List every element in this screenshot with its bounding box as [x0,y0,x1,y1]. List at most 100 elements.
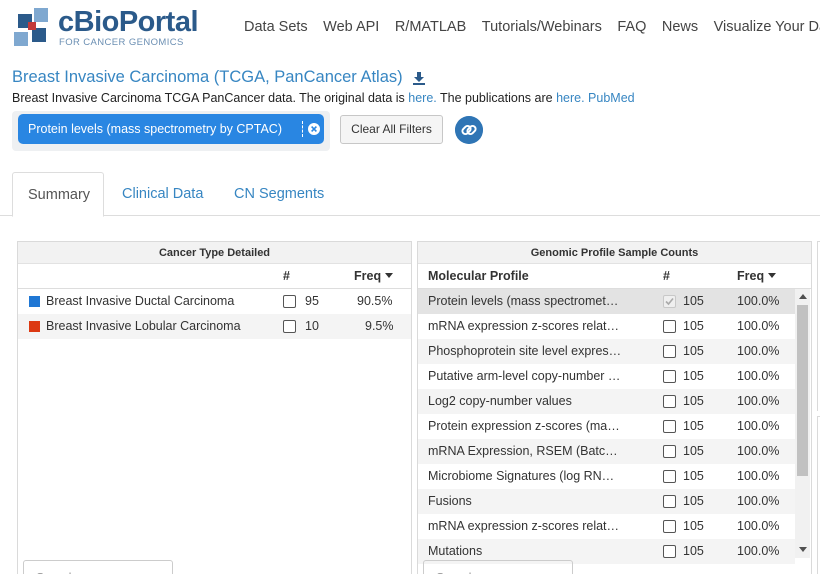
brand-name: cBioPortal [58,6,199,38]
profile-label: mRNA Expression, RSEM (Batc… [428,444,618,458]
filter-pill-label: Protein levels (mass spectrometry by CPT… [28,122,282,136]
profile-label: mRNA expression z-scores relat… [428,319,620,333]
table-row[interactable]: mRNA expression z-scores relat… 105 100.… [418,314,795,339]
nav-r-matlab[interactable]: R/MATLAB [395,19,466,35]
genomic-profile-panel: Genomic Profile Sample Counts Molecular … [417,241,812,574]
freq-header-label: Freq [737,269,765,283]
row-count: 105 [683,394,704,408]
row-freq: 100.0% [737,544,780,558]
count-column-header[interactable]: # [283,269,290,283]
row-checkbox[interactable] [663,295,676,308]
original-data-link[interactable]: here. [408,91,437,105]
study-title[interactable]: Breast Invasive Carcinoma (TCGA, PanCanc… [12,68,403,87]
table-row[interactable]: Putative arm-level copy-number … 105 100… [418,364,795,389]
cancer-type-label: Breast Invasive Ductal Carcinoma [46,294,235,308]
color-swatch [29,296,40,307]
tab-summary[interactable]: Summary [12,172,104,217]
brand-tagline: FOR CANCER GENOMICS [59,37,184,48]
tab-cn-segments[interactable]: CN Segments [234,172,324,216]
table-row[interactable]: Fusions 105 100.0% [418,489,795,514]
scroll-down-icon[interactable] [799,547,807,552]
freq-column-header[interactable]: Freq [737,269,777,283]
profile-label: Phosphoprotein site level expres… [428,344,622,358]
study-description: Breast Invasive Carcinoma TCGA PanCancer… [12,91,635,105]
row-count: 105 [683,419,704,433]
sort-desc-icon [768,273,777,278]
row-checkbox[interactable] [663,470,676,483]
row-checkbox[interactable] [663,445,676,458]
cancer-type-panel: Cancer Type Detailed # Freq Breast Invas… [17,241,412,574]
nav-data-sets[interactable]: Data Sets [244,19,308,35]
row-count: 105 [683,494,704,508]
publications-link[interactable]: here. [556,91,585,105]
scroll-up-icon[interactable] [799,294,807,299]
profile-column-header[interactable]: Molecular Profile [428,269,529,283]
nav-visualize-your-data[interactable]: Visualize Your Data [714,19,820,35]
row-checkbox[interactable] [663,370,676,383]
scrollbar-thumb[interactable] [797,305,808,476]
count-column-header[interactable]: # [663,269,670,283]
pubmed-link[interactable]: PubMed [588,91,635,105]
active-filters-bar: Protein levels (mass spectrometry by CPT… [12,111,330,151]
cancer-type-label: Breast Invasive Lobular Carcinoma [46,319,241,333]
freq-header-label: Freq [354,269,382,283]
row-count: 105 [683,469,704,483]
row-checkbox[interactable] [283,320,296,333]
row-freq: 100.0% [737,394,780,408]
row-count: 105 [683,319,704,333]
color-swatch [29,321,40,332]
cbioportal-logo[interactable]: cBioPortal FOR CANCER GENOMICS [12,6,202,51]
nav-web-api[interactable]: Web API [323,19,379,35]
tab-clinical-data[interactable]: Clinical Data [122,172,203,216]
freq-column-header[interactable]: Freq [354,269,394,283]
row-freq: 100.0% [737,369,780,383]
main-nav: Data Sets Web API R/MATLAB Tutorials/Web… [244,19,820,35]
row-checkbox[interactable] [663,395,676,408]
nav-tutorials[interactable]: Tutorials/Webinars [482,19,602,35]
table-row[interactable]: Protein expression z-scores (ma… 105 100… [418,414,795,439]
profile-label: Protein expression z-scores (ma… [428,419,620,433]
row-checkbox[interactable] [663,495,676,508]
profile-label: Microbiome Signatures (log RN… [428,469,615,483]
table-header: Molecular Profile # Freq [418,264,811,289]
row-checkbox[interactable] [663,345,676,358]
table-row[interactable]: Phosphoprotein site level expres… 105 10… [418,339,795,364]
logo-mark-icon [14,8,48,46]
row-checkbox[interactable] [663,545,676,558]
row-checkbox[interactable] [283,295,296,308]
row-freq: 100.0% [737,469,780,483]
link-icon[interactable] [455,116,483,144]
clear-all-filters-button[interactable]: Clear All Filters [340,115,443,144]
vertical-scrollbar[interactable] [795,289,810,558]
profile-label: Protein levels (mass spectromet… [428,294,619,308]
study-description-text: Breast Invasive Carcinoma TCGA PanCancer… [12,91,409,105]
search-input[interactable]: Search... [23,560,173,574]
table-row[interactable]: Protein levels (mass spectromet… 105 100… [418,289,795,314]
table-row[interactable]: Breast Invasive Lobular Carcinoma 10 9.5… [18,314,411,339]
row-freq: 90.5% [357,294,393,308]
table-row[interactable]: Breast Invasive Ductal Carcinoma 95 90.5… [18,289,411,314]
row-freq: 100.0% [737,419,780,433]
row-count: 105 [683,519,704,533]
table-row[interactable]: mRNA Expression, RSEM (Batc… 105 100.0% [418,439,795,464]
row-count: 105 [683,444,704,458]
row-checkbox[interactable] [663,420,676,433]
study-tabs: Summary Clinical Data CN Segments [0,172,820,217]
search-input[interactable]: Search... [423,560,573,574]
table-row[interactable]: Log2 copy-number values 105 100.0% [418,389,795,414]
profile-label: Mutations [428,544,483,558]
nav-news[interactable]: News [662,19,698,35]
filter-pill[interactable]: Protein levels (mass spectrometry by CPT… [18,114,324,144]
row-count: 105 [683,544,704,558]
table-row[interactable]: mRNA expression z-scores relat… 105 100.… [418,514,795,539]
profile-label: Putative arm-level copy-number … [428,369,621,383]
profile-label: Fusions [428,494,472,508]
row-freq: 100.0% [737,519,780,533]
table-row[interactable]: Microbiome Signatures (log RN… 105 100.0… [418,464,795,489]
close-icon[interactable] [308,123,320,135]
download-icon[interactable] [412,71,426,85]
row-checkbox[interactable] [663,520,676,533]
row-freq: 100.0% [737,494,780,508]
row-checkbox[interactable] [663,320,676,333]
nav-faq[interactable]: FAQ [617,19,646,35]
